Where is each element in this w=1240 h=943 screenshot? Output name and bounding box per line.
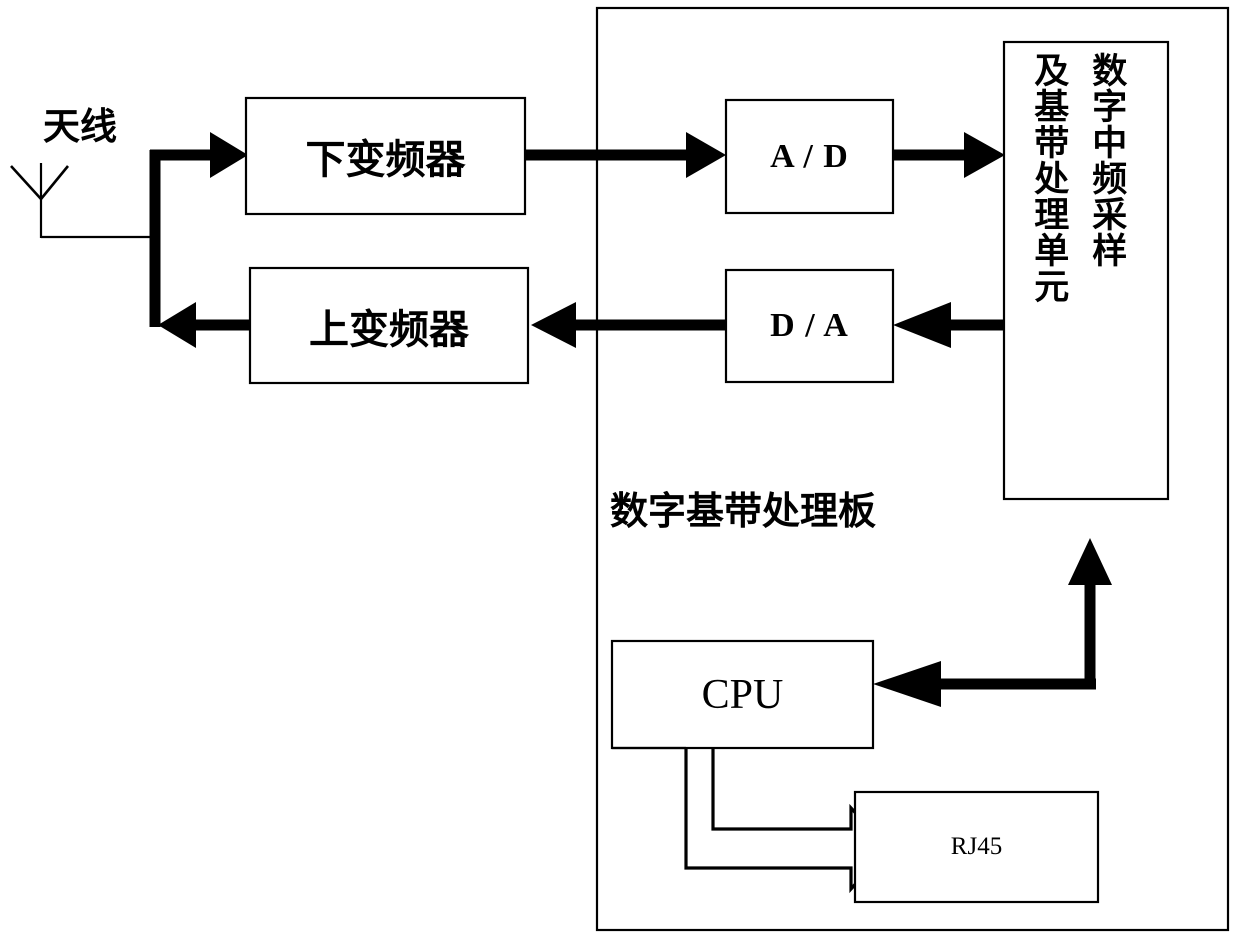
node-rj45[interactable] bbox=[853, 790, 1100, 904]
node-down-converter[interactable] bbox=[244, 96, 527, 216]
block-diagram-canvas: 天线 下变频器 上变频器 A / D D / A 数字中频采样 及基带处理单元 … bbox=[0, 0, 1240, 943]
node-dac[interactable] bbox=[724, 268, 895, 384]
edge-up-converter-to-antenna bbox=[158, 302, 249, 348]
node-adc[interactable] bbox=[724, 98, 895, 215]
edge-down-converter-to-adc bbox=[525, 132, 726, 178]
edge-processing-unit-to-cpu bbox=[873, 538, 1112, 707]
diagram-vector-layer bbox=[10, 6, 1230, 932]
edge-adc-to-processing-unit bbox=[893, 132, 1005, 178]
edge-cpu-to-rj45 bbox=[612, 746, 891, 894]
edge-antenna-to-down-converter bbox=[150, 132, 248, 178]
edge-processing-unit-to-dac bbox=[893, 302, 1004, 348]
node-processing-unit[interactable] bbox=[1002, 40, 1170, 501]
antenna-icon bbox=[10, 163, 150, 239]
edge-dac-to-up-converter bbox=[531, 302, 726, 348]
node-cpu[interactable] bbox=[610, 639, 875, 750]
node-up-converter[interactable] bbox=[248, 266, 530, 385]
